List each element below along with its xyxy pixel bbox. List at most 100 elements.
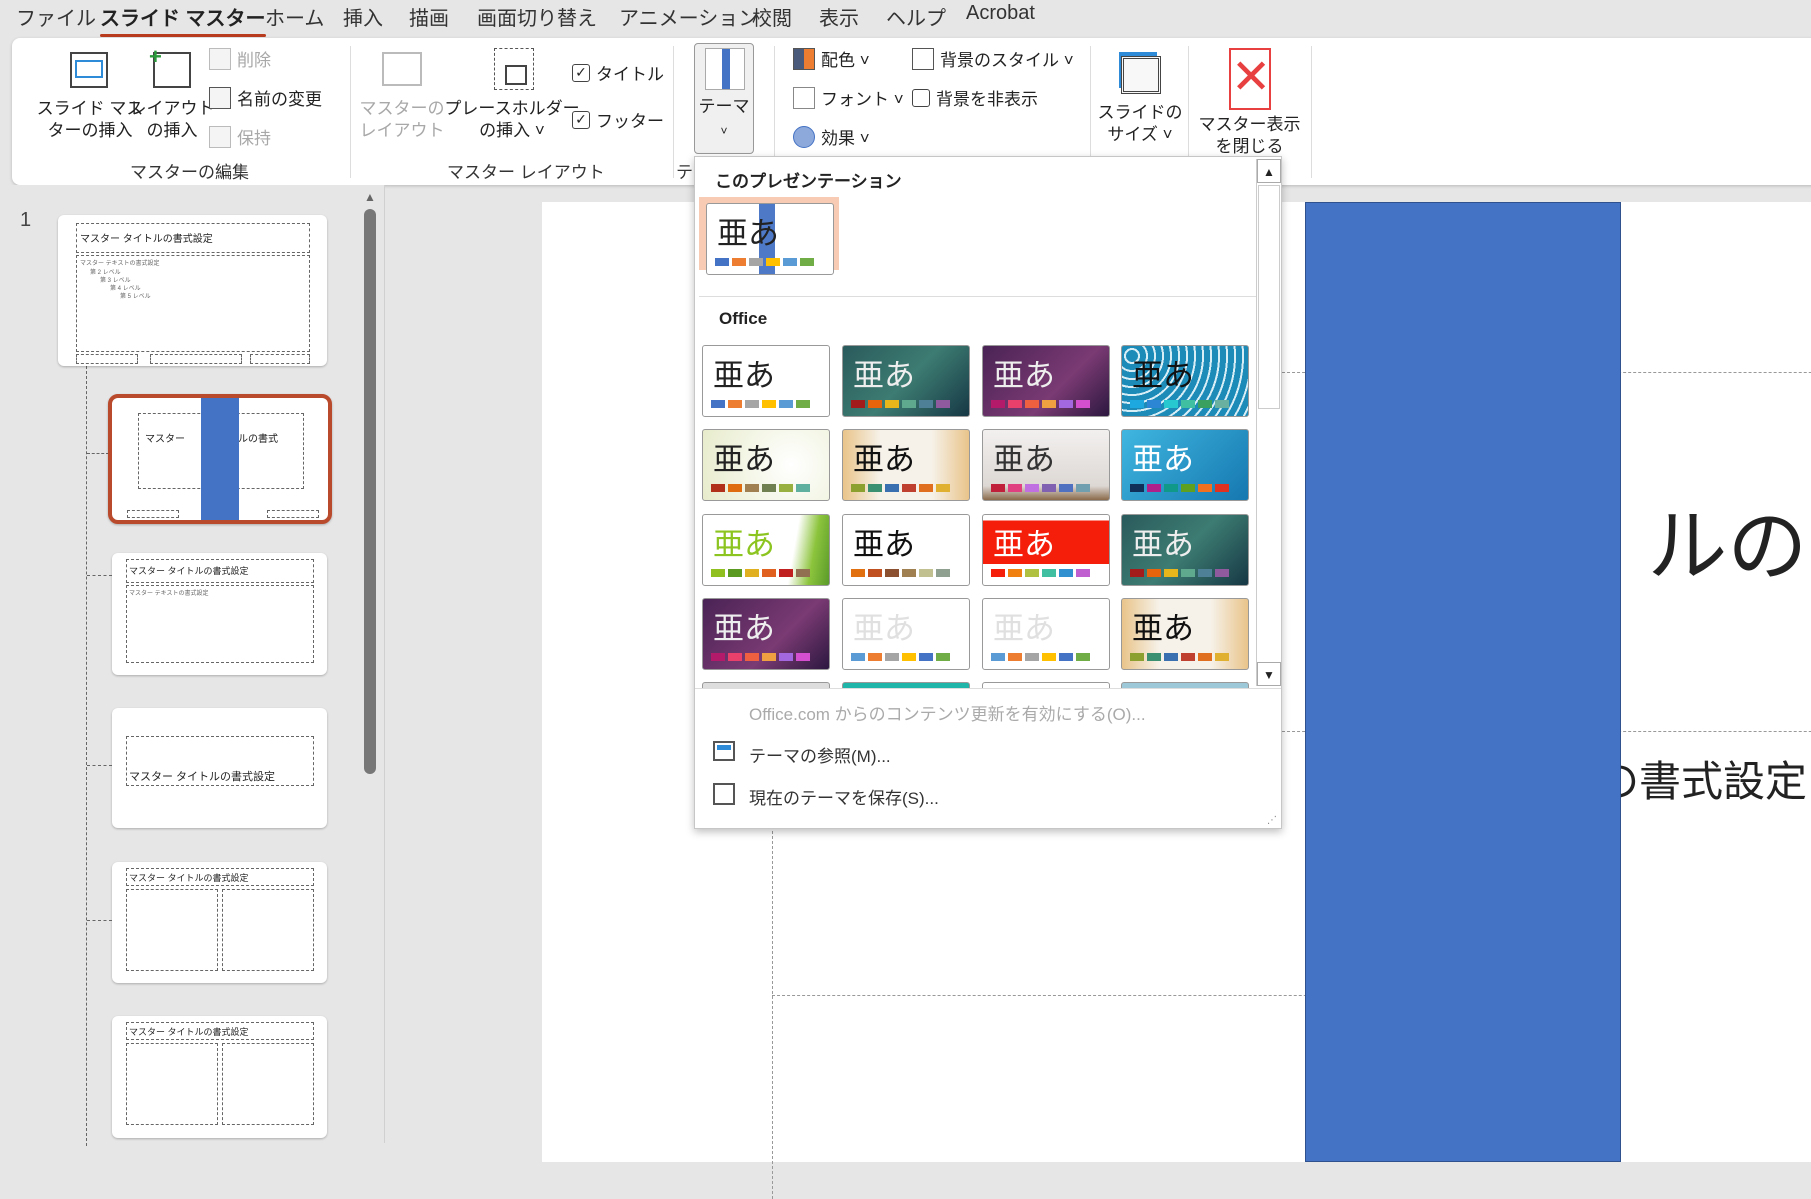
theme-tile-sample-text: 亜あ — [1132, 358, 1194, 394]
color-swatch — [851, 484, 865, 492]
enable-office-updates-item[interactable]: Office.com からのコンテンツ更新を有効にする(O)... — [749, 700, 1146, 725]
delete-label: 削除 — [237, 51, 271, 70]
tab-home[interactable]: ホーム — [265, 2, 324, 31]
slide-thumbnail-layout[interactable]: マスター タイトルの書式設定 — [112, 862, 327, 983]
scroll-up-icon[interactable]: ▲ — [1257, 159, 1281, 183]
background-styles-button[interactable]: 背景のスタイル ˅ — [912, 46, 1074, 71]
color-swatch — [885, 400, 899, 408]
slide-thumbnail-layout[interactable]: マスター タイトルの書式設定 マスター テキストの書式設定 — [112, 553, 327, 675]
color-swatch — [1215, 653, 1229, 661]
blue-rectangle-shape[interactable] — [1305, 202, 1621, 1162]
color-swatch — [711, 653, 725, 661]
color-swatch — [851, 400, 865, 408]
slide-size-label-2: サイズ ˅ — [1107, 125, 1173, 144]
theme-tile-office[interactable]: 亜あ — [702, 514, 830, 586]
slide-thumbnail-master[interactable]: マスター タイトルの書式設定 マスター テキストの書式設定 第 2 レベル 第 … — [58, 215, 327, 366]
fonts-button[interactable]: フォント ˅ — [793, 85, 904, 110]
color-swatch — [728, 653, 742, 661]
gallery-scrollbar[interactable]: ▲ ▼ — [1256, 159, 1281, 686]
tab-slide-master[interactable]: スライド マスター — [100, 2, 266, 37]
theme-tile-office[interactable]: 亜あ — [702, 429, 830, 501]
color-swatch — [1130, 484, 1144, 492]
insert-layout-button[interactable]: + レイアウト の挿入 — [127, 44, 217, 156]
tab-transitions[interactable]: 画面切り替え — [477, 2, 597, 31]
color-swatches — [1130, 569, 1229, 577]
tab-file[interactable]: ファイル — [16, 2, 96, 31]
color-swatch — [1164, 569, 1178, 577]
theme-tile-office[interactable]: 亜あ — [702, 345, 830, 417]
color-swatches — [1130, 484, 1229, 492]
theme-tile-office[interactable]: 亜あ — [842, 345, 970, 417]
theme-tile-office[interactable]: 亜あ — [982, 514, 1110, 586]
close-master-view-button[interactable]: ✕ マスター表示 を閉じる — [1197, 46, 1302, 156]
colors-button[interactable]: 配色 ˅ — [793, 46, 870, 71]
title-checkbox[interactable]: ✓ タイトル — [572, 60, 664, 85]
scroll-up-icon[interactable]: ▲ — [364, 190, 376, 204]
browse-themes-item[interactable]: テーマの参照(M)... — [749, 742, 891, 767]
rename-button[interactable]: 名前の変更 — [209, 85, 322, 110]
color-swatch — [885, 569, 899, 577]
delete-button[interactable]: 削除 — [209, 46, 271, 71]
theme-tile-office[interactable]: 亜あ — [982, 345, 1110, 417]
themes-button[interactable]: テーマ ˅ — [694, 43, 754, 154]
theme-tile-sample-text: 亜あ — [713, 611, 775, 647]
theme-tile-office[interactable]: 亜あ — [842, 514, 970, 586]
slide-subtitle-text[interactable]: の書式設定 — [1597, 748, 1807, 809]
color-swatch — [1008, 484, 1022, 492]
color-swatch — [745, 569, 759, 577]
color-swatches — [991, 484, 1090, 492]
footer-checkbox[interactable]: ✓ フッター — [572, 107, 664, 132]
master-layout-label-1: マスターの — [359, 99, 445, 118]
tab-draw[interactable]: 描画 — [409, 2, 449, 31]
resize-grip-icon[interactable]: ⋰ — [1267, 815, 1277, 826]
theme-tile-office[interactable]: 亜あ — [1121, 429, 1249, 501]
layout-connector — [86, 366, 87, 1146]
color-swatches — [711, 484, 810, 492]
tab-acrobat[interactable]: Acrobat — [966, 2, 1035, 25]
color-swatches — [1130, 400, 1229, 408]
effects-button[interactable]: 効果 ˅ — [793, 124, 870, 149]
insert-placeholder-button[interactable]: プレースホルダー の挿入 ˅ — [444, 46, 580, 156]
theme-tile-office[interactable]: 亜あ — [842, 429, 970, 501]
save-icon — [713, 783, 735, 805]
theme-tile-office[interactable]: 亜あ — [842, 598, 970, 670]
slide-size-button[interactable]: スライドの サイズ ˅ — [1095, 46, 1185, 156]
slide-number: 1 — [20, 209, 32, 231]
color-swatch — [796, 569, 810, 577]
color-swatch — [851, 569, 865, 577]
theme-tile-office[interactable]: 亜あ — [1121, 345, 1249, 417]
delete-icon — [209, 47, 231, 70]
color-swatch — [1147, 569, 1161, 577]
thumb-title: マスター タイトルの書式設定 — [129, 873, 249, 883]
slide-size-label-1: スライドの — [1097, 103, 1183, 122]
color-swatch — [1076, 569, 1090, 577]
tab-view[interactable]: 表示 — [819, 2, 859, 31]
panel-scrollbar-thumb[interactable] — [364, 209, 376, 774]
slide-thumbnail-layout[interactable]: マスター タイトルの書式設定 — [112, 1016, 327, 1138]
preserve-button[interactable]: 保持 — [209, 124, 271, 149]
color-swatches — [991, 653, 1090, 661]
tab-review[interactable]: 校閲 — [752, 2, 792, 31]
master-layout-button[interactable]: マスターの レイアウト — [357, 46, 447, 156]
slide-thumbnail-layout[interactable]: マスター タイトルの書式設定 — [112, 708, 327, 828]
hide-background-checkbox[interactable]: 背景を非表示 — [912, 85, 1038, 110]
footer-checkbox-label: フッター — [596, 112, 664, 131]
color-swatch — [1059, 653, 1073, 661]
thumb-title-right: ルの書式 — [238, 434, 278, 445]
theme-tile-office[interactable]: 亜あ — [982, 598, 1110, 670]
theme-tile-office[interactable]: 亜あ — [1121, 598, 1249, 670]
slide-thumbnail-layout-selected[interactable]: マスター ルの書式 — [108, 394, 332, 524]
tab-help[interactable]: ヘルプ — [886, 2, 946, 31]
theme-tile-office[interactable]: 亜あ — [982, 429, 1110, 501]
theme-tile-sample-text: 亜あ — [853, 611, 915, 647]
theme-tile-office[interactable]: 亜あ — [1121, 514, 1249, 586]
tab-animations[interactable]: アニメーション — [619, 2, 758, 31]
theme-tile-office[interactable]: 亜あ — [702, 598, 830, 670]
color-swatch — [868, 653, 882, 661]
thumb-text: マスター テキストの書式設定 — [129, 591, 209, 597]
color-swatch — [762, 569, 776, 577]
gallery-scroll-thumb[interactable] — [1258, 185, 1280, 409]
save-current-theme-item[interactable]: 現在のテーマを保存(S)... — [749, 784, 939, 809]
tab-insert[interactable]: 挿入 — [343, 2, 383, 31]
scroll-down-icon[interactable]: ▼ — [1257, 662, 1281, 686]
